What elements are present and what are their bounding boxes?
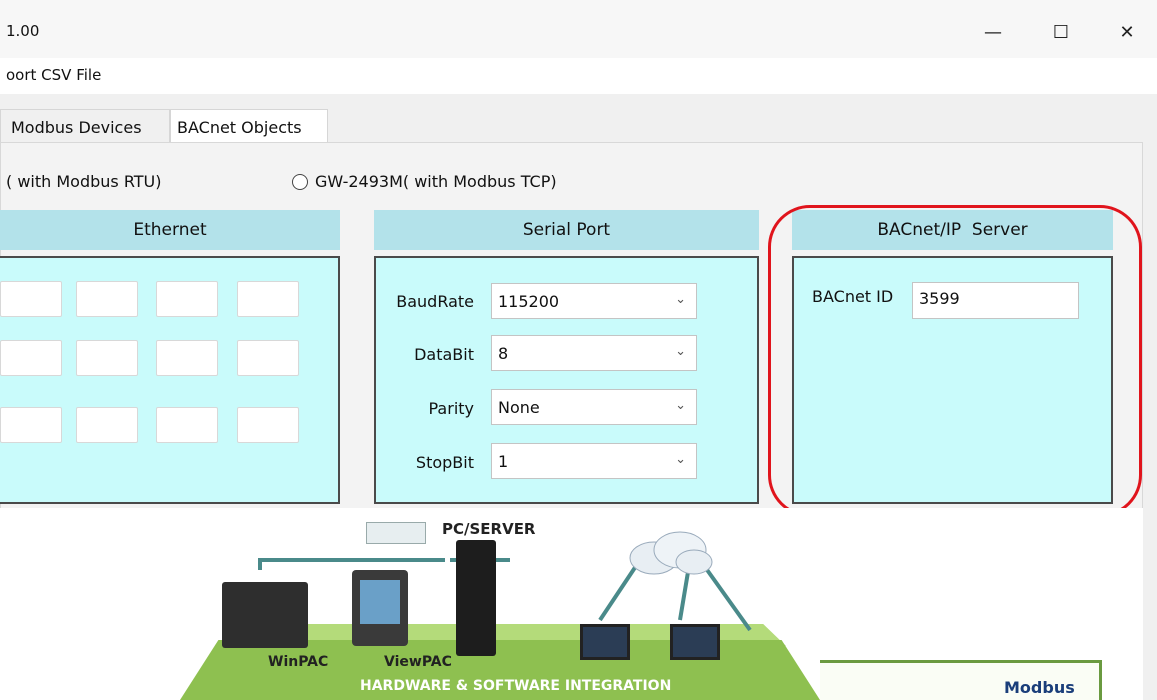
- tab-bacnet-objects[interactable]: BACnet Objects: [170, 109, 328, 143]
- ip-mask-octet-1-field[interactable]: [76, 281, 138, 317]
- pc-server-label: PC/SERVER: [442, 520, 536, 538]
- internet-cloud-icon: [629, 531, 713, 575]
- close-icon: ✕: [1119, 21, 1135, 43]
- monitor-icon: [670, 624, 720, 660]
- chevron-down-icon: ⌄: [675, 452, 686, 467]
- maximize-button[interactable]: ☐: [1038, 14, 1084, 50]
- dns-octet-1-field[interactable]: [76, 407, 138, 443]
- viewpac-label: ViewPAC: [384, 654, 452, 670]
- close-button[interactable]: ✕: [1104, 14, 1150, 50]
- winpac-controller-icon: [222, 582, 308, 648]
- baudrate-label: BaudRate: [396, 292, 474, 311]
- serial-port-title: Serial Port: [522, 220, 611, 240]
- parity-label: Parity: [428, 399, 475, 418]
- ip-mask-octet-3-field[interactable]: [237, 281, 299, 317]
- maximize-icon: ☐: [1052, 21, 1070, 43]
- baudrate-value: 115200: [498, 292, 560, 311]
- parity-select[interactable]: None ⌄: [491, 389, 697, 425]
- mask-octet-4-field[interactable]: [0, 340, 62, 376]
- gateway-octet-3-field[interactable]: [237, 340, 299, 376]
- parity-value: None: [498, 398, 540, 417]
- radio-modbus-tcp-label[interactable]: GW-2493M( with Modbus TCP): [315, 172, 557, 191]
- databit-select[interactable]: 8 ⌄: [491, 335, 697, 371]
- serial-port-header: Serial Port: [374, 210, 759, 250]
- databit-value: 8: [498, 344, 509, 363]
- chevron-down-icon: ⌄: [675, 344, 686, 359]
- winpac-label: WinPAC: [268, 654, 329, 670]
- menu-item-import-csv[interactable]: oort CSV File: [6, 66, 101, 84]
- minimize-button[interactable]: —: [970, 14, 1016, 50]
- modbus-label: Modbus: [1004, 678, 1075, 697]
- minimize-icon: —: [984, 21, 1002, 43]
- dns-octet-3-field[interactable]: [237, 407, 299, 443]
- gateway-octet-4-field[interactable]: [0, 407, 62, 443]
- baudrate-select[interactable]: 115200 ⌄: [491, 283, 697, 319]
- tab-modbus-devices[interactable]: Modbus Devices: [0, 109, 170, 143]
- pc-server-icon: [456, 540, 496, 656]
- stopbit-label: StopBit: [415, 453, 474, 472]
- highlight-annotation: [768, 205, 1142, 517]
- stopbit-select[interactable]: 1 ⌄: [491, 443, 697, 479]
- menu-bar: [0, 58, 1157, 94]
- radio-icon[interactable]: [292, 174, 308, 190]
- stopbit-value: 1: [498, 452, 509, 471]
- gateway-octet-2-field[interactable]: [156, 340, 218, 376]
- integration-label: HARDWARE & SOFTWARE INTEGRATION: [360, 678, 672, 694]
- chevron-down-icon: ⌄: [675, 398, 686, 413]
- indusoft-logo-icon: [366, 522, 426, 544]
- ip-mask-octet-2-field[interactable]: [156, 281, 218, 317]
- databit-label: DataBit: [414, 345, 474, 364]
- ethernet-header: Ethernet: [0, 210, 340, 250]
- gateway-octet-1-field[interactable]: [76, 340, 138, 376]
- dns-octet-2-field[interactable]: [156, 407, 218, 443]
- monitor-icon: [580, 624, 630, 660]
- ethernet-title: Ethernet: [133, 220, 207, 240]
- ip-address-octet-4-field[interactable]: [0, 281, 62, 317]
- viewpac-controller-icon: [352, 570, 408, 646]
- chevron-down-icon: ⌄: [675, 292, 686, 307]
- window-title: 1.00: [6, 22, 40, 40]
- radio-modbus-rtu-label[interactable]: ( with Modbus RTU): [6, 172, 162, 191]
